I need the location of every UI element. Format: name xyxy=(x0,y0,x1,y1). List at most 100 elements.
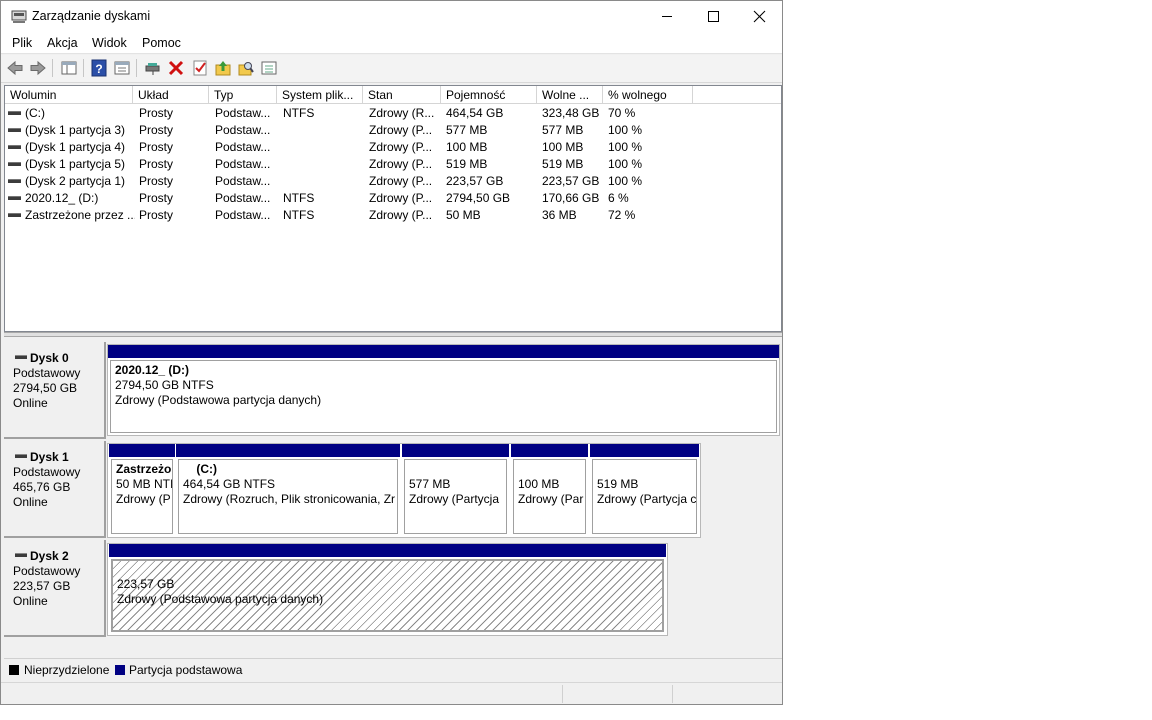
disk-2-label[interactable]: Dysk 2 Podstawowy 223,57 GB Online xyxy=(4,540,106,637)
partition-bar xyxy=(176,444,400,457)
volume-fs xyxy=(283,156,361,173)
drive-icon xyxy=(8,145,21,149)
minimize-button[interactable] xyxy=(644,1,690,32)
column-header-pojemnosc[interactable]: Pojemność xyxy=(441,86,537,104)
check-icon[interactable] xyxy=(191,59,209,77)
volume-capacity: 100 MB xyxy=(446,140,488,154)
disk-map: Dysk 0 Podstawowy 2794,50 GB Online 2020… xyxy=(4,338,782,658)
partition-title: Zastrzeżo xyxy=(116,462,172,476)
close-button[interactable] xyxy=(736,1,782,32)
disk-management-app-icon xyxy=(11,10,27,24)
column-header-procent-wolnego[interactable]: % wolnego xyxy=(603,86,693,104)
menu-pomoc[interactable]: Pomoc xyxy=(142,36,181,50)
partition-size: 519 MB xyxy=(597,477,639,491)
maximize-button[interactable] xyxy=(690,1,736,32)
partition-disk2-1[interactable]: 223,57 GB Zdrowy (Podstawowa partycja da… xyxy=(109,544,666,634)
volume-status: Zdrowy (P... xyxy=(369,140,433,154)
search-folder-icon[interactable] xyxy=(237,59,255,77)
volume-name: Zastrzeżone przez ... xyxy=(25,208,135,222)
toolbar: ? xyxy=(1,55,782,83)
volume-row[interactable]: (Dysk 1 partycja 5) Prosty Podstaw... Zdrow… xyxy=(5,156,781,173)
volume-name: 2020.12_ (D:) xyxy=(25,191,99,205)
column-header-typ[interactable]: Typ xyxy=(209,86,277,104)
connect-drive-icon[interactable] xyxy=(144,59,162,77)
disk-0-label[interactable]: Dysk 0 Podstawowy 2794,50 GB Online xyxy=(4,342,106,439)
volume-type: Podstaw... xyxy=(215,123,271,137)
partition-d[interactable]: 2020.12_ (D:) 2794,50 GB NTFS Zdrowy (Po… xyxy=(108,345,779,435)
disk-1-label[interactable]: Dysk 1 Podstawowy 465,76 GB Online xyxy=(4,441,106,538)
menu-akcja[interactable]: Akcja xyxy=(47,36,78,50)
volume-fs xyxy=(283,173,361,190)
list-view-icon[interactable] xyxy=(260,59,278,77)
volume-free: 100 MB xyxy=(542,140,584,154)
disk-0-name: Dysk 0 xyxy=(30,351,69,365)
column-header-uklad[interactable]: Układ xyxy=(133,86,209,104)
partition-reserved[interactable]: Zastrzeżo 50 MB NTI Zdrowy (P xyxy=(109,444,175,536)
status-bar xyxy=(1,682,782,704)
delete-icon[interactable] xyxy=(167,59,185,77)
menu-plik[interactable]: Plik xyxy=(12,36,32,50)
close-icon xyxy=(753,10,766,23)
disk-0-kind: Podstawowy xyxy=(13,366,81,380)
partition-size: 577 MB xyxy=(409,477,451,491)
column-header-system-plikow[interactable]: System plik... xyxy=(277,86,363,104)
partition-c[interactable]: (C:) 464,54 GB NTFS Zdrowy (Rozruch, Pli… xyxy=(176,444,400,536)
volume-capacity: 577 MB xyxy=(446,123,488,137)
disk-2-state: Online xyxy=(13,594,48,608)
volume-row[interactable]: (Dysk 1 partycja 3) Prosty Podstaw... Zdrow… xyxy=(5,122,781,139)
volume-fs: NTFS xyxy=(283,208,315,222)
volume-row[interactable]: (Dysk 2 partycja 1) Prosty Podstaw... Zdrow… xyxy=(5,173,781,190)
column-header-wolumin[interactable]: Wolumin xyxy=(5,86,133,104)
disk-icon xyxy=(15,454,27,459)
volume-pct: 70 % xyxy=(608,106,636,120)
volume-pct: 100 % xyxy=(608,123,643,137)
volume-name: (Dysk 1 partycja 5) xyxy=(25,157,126,171)
disk-1-kind: Podstawowy xyxy=(13,465,81,479)
volume-type: Podstaw... xyxy=(215,191,271,205)
forward-arrow-icon[interactable] xyxy=(29,59,47,77)
help-icon[interactable]: ? xyxy=(90,59,108,77)
volume-row[interactable]: (C:) Prosty Podstaw... NTFS Zdrowy (R... 464,… xyxy=(5,105,781,122)
partition-bar xyxy=(590,444,699,457)
column-header-stan[interactable]: Stan xyxy=(363,86,441,104)
volume-free: 36 MB xyxy=(542,208,577,222)
properties-icon[interactable] xyxy=(113,59,131,77)
window-title: Zarządzanie dyskami xyxy=(32,9,151,23)
partition-disk1-5[interactable]: 519 MB Zdrowy (Partycja c xyxy=(590,444,699,536)
volume-row[interactable]: (Dysk 1 partycja 4) Prosty Podstaw... Zdrow… xyxy=(5,139,781,156)
partition-status: Zdrowy (Partycja xyxy=(409,492,500,506)
column-header-wolne[interactable]: Wolne ... xyxy=(537,86,603,104)
volume-status: Zdrowy (P... xyxy=(369,157,433,171)
disk-1-size: 465,76 GB xyxy=(13,480,71,494)
partition-title: (C:) xyxy=(183,462,217,476)
title-bar[interactable]: Zarządzanie dyskami xyxy=(1,1,782,32)
disk-icon xyxy=(15,355,27,360)
back-arrow-icon[interactable] xyxy=(6,59,24,77)
volume-capacity: 50 MB xyxy=(446,208,481,222)
volume-free: 323,48 GB xyxy=(542,106,600,120)
disk-2-name: Dysk 2 xyxy=(30,549,69,563)
pane-splitter[interactable] xyxy=(4,332,782,337)
volume-pct: 100 % xyxy=(608,157,643,171)
partition-disk1-3[interactable]: 577 MB Zdrowy (Partycja xyxy=(402,444,509,536)
partition-size: 2794,50 GB NTFS xyxy=(115,378,214,392)
volume-row[interactable]: 2020.12_ (D:) Prosty Podstaw... NTFS Zdrowy … xyxy=(5,190,781,207)
menu-widok[interactable]: Widok xyxy=(92,36,127,50)
folder-up-icon[interactable] xyxy=(214,59,232,77)
legend-label-unallocated: Nieprzydzielone xyxy=(24,663,110,677)
legend-label-primary: Partycja podstawowa xyxy=(129,663,243,677)
volume-capacity: 519 MB xyxy=(446,157,488,171)
volume-status: Zdrowy (P... xyxy=(369,208,433,222)
partition-size: 100 MB xyxy=(518,477,560,491)
volume-status: Zdrowy (P... xyxy=(369,174,433,188)
drive-icon xyxy=(8,162,21,166)
partition-bar xyxy=(109,544,666,557)
partition-size: 223,57 GB xyxy=(117,577,175,591)
partition-disk1-4[interactable]: 100 MB Zdrowy (Par xyxy=(511,444,588,536)
legend: Nieprzydzielone Partycja podstawowa xyxy=(4,658,782,680)
volume-list[interactable]: Wolumin Układ Typ System plik... Stan Po… xyxy=(4,85,782,332)
volume-row[interactable]: Zastrzeżone przez ... Prosty Podstaw... NTF… xyxy=(5,207,781,224)
show-hide-tree-icon[interactable] xyxy=(60,59,78,77)
volume-type: Podstaw... xyxy=(215,174,271,188)
volume-fs xyxy=(283,139,361,156)
